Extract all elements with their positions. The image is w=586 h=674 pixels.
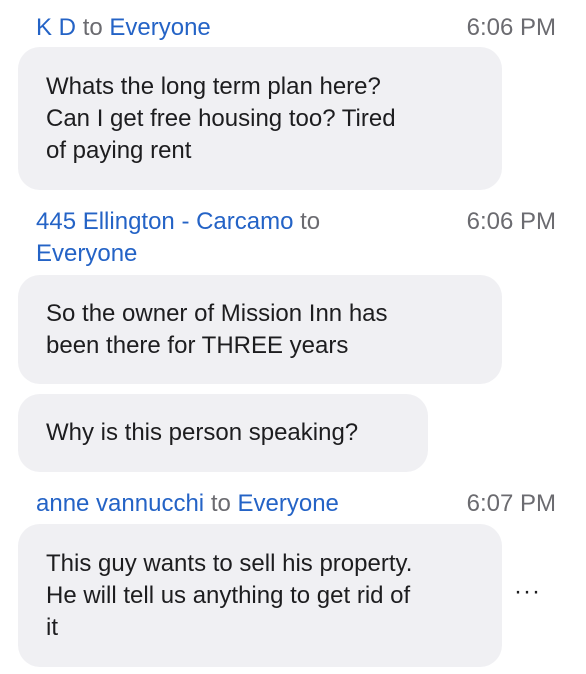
timestamp: 6:07 PM [466, 490, 556, 517]
message-bubble[interactable]: Whats the long term plan here? Can I get… [18, 47, 502, 190]
message-line: This guy wants to sell his property. [46, 549, 413, 577]
more-options-icon[interactable]: ··· [514, 580, 541, 604]
message-line: Why is this person speaking? [46, 419, 359, 446]
message-header: anne vannucchi to Everyone 6:07 PM [36, 488, 556, 520]
message-line: Whats the long term plan here? [46, 72, 381, 100]
message-line: been there for THREE years [46, 331, 349, 359]
sender-name[interactable]: anne vannucchi [36, 490, 204, 517]
recipient-name[interactable]: Everyone [109, 14, 210, 41]
to-label: to [82, 14, 103, 41]
to-label: to [300, 208, 321, 235]
message-text: Why is this person speaking? [46, 417, 358, 449]
message-text: Whats the long term plan here? Can I get… [46, 71, 396, 167]
message-bubble[interactable]: Why is this person speaking? [18, 394, 428, 472]
sender-name[interactable]: 445 Ellington - Carcamo [36, 208, 293, 235]
message-line: He will tell us anything to get rid of [46, 581, 411, 609]
message-line: Can I get free housing too? Tired [46, 104, 396, 132]
timestamp: 6:06 PM [466, 208, 556, 235]
message-text: This guy wants to sell his property. He … [46, 548, 412, 644]
message-header: 445 Ellington - Carcamo to Everyone 6:06… [36, 206, 556, 270]
message-bubble[interactable]: So the owner of Mission Inn has been the… [18, 275, 502, 384]
recipient-name[interactable]: Everyone [238, 490, 339, 517]
chat-panel: K D to Everyone 6:06 PM Whats the long t… [0, 0, 586, 674]
message-header: K D to Everyone 6:06 PM [36, 12, 556, 44]
recipient-name[interactable]: Everyone [36, 240, 137, 267]
timestamp: 6:06 PM [466, 14, 556, 41]
message-line: it [46, 613, 58, 641]
message-line: of paying rent [46, 136, 192, 164]
message-bubble[interactable]: This guy wants to sell his property. He … [18, 524, 502, 667]
message-text: So the owner of Mission Inn has been the… [46, 298, 388, 362]
message-line: So the owner of Mission Inn has [46, 299, 388, 327]
to-label: to [210, 490, 231, 517]
sender-name[interactable]: K D [36, 14, 76, 41]
